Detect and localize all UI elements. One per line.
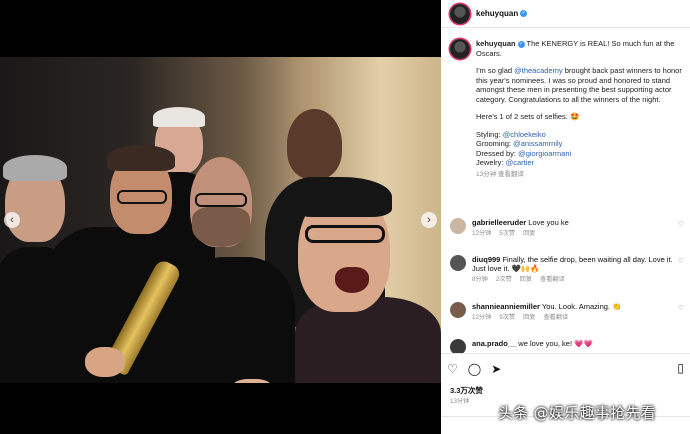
- heart-icon[interactable]: ♡: [447, 362, 458, 376]
- mention-styling[interactable]: @chloekeiko: [503, 130, 546, 139]
- dressed-label: Dressed by:: [476, 148, 519, 158]
- heart-icon[interactable]: ♡: [678, 220, 684, 228]
- selfie-group-image: [0, 57, 441, 383]
- caption-username[interactable]: kehuyquan: [476, 39, 516, 48]
- posted-time: 13分钟: [450, 398, 470, 405]
- comment-username[interactable]: gabrielleeruder: [472, 218, 526, 227]
- post-side-panel: kehuyquan ✓ kehuyquan ✓ The KENERGY is REA…: [441, 0, 690, 434]
- mention-grooming[interactable]: @anissamrnily: [513, 139, 562, 148]
- reply-button[interactable]: 回复: [523, 313, 535, 322]
- comment-username[interactable]: diuq999: [472, 255, 500, 264]
- commenter-avatar[interactable]: [450, 339, 466, 353]
- comment-likes[interactable]: 2次赞: [496, 275, 512, 284]
- caption-para2-a: I'm so glad: [476, 66, 515, 75]
- comment-text: we love you, ke! 💗💗: [518, 339, 593, 348]
- verified-icon: ✓: [520, 10, 528, 18]
- comment-item: gabrielleeruder Love you ke 12分钟 5次赞 回复 ♡: [450, 218, 686, 238]
- comment-time: 12分钟: [472, 314, 492, 321]
- caption-translate[interactable]: 查看翻译: [498, 171, 524, 178]
- bookmark-icon[interactable]: ▯: [677, 361, 684, 375]
- comment-text: Finally, the selfie drop, been waiting a…: [472, 255, 673, 273]
- app-window: ‹ › kehuyquan ✓ kehuyquan ✓ The KENERGY is…: [0, 0, 690, 434]
- heart-icon[interactable]: ♡: [678, 304, 684, 312]
- reply-button[interactable]: 回复: [523, 229, 535, 238]
- header-username[interactable]: kehuyquan ✓: [476, 9, 528, 18]
- grooming-label: Grooming:: [476, 139, 514, 148]
- caption-para3: Here's 1 of 2 sets of selfies. 🤩: [476, 112, 580, 121]
- post-photo[interactable]: ‹ ›: [0, 57, 441, 383]
- styling-label: Styling:: [476, 129, 503, 139]
- commenter-avatar[interactable]: [450, 255, 466, 271]
- caption-avatar[interactable]: [450, 39, 470, 59]
- comment-likes[interactable]: 5次赞: [499, 229, 515, 238]
- caption-time: 13分钟: [476, 170, 497, 178]
- comment-likes[interactable]: 9次赞: [499, 313, 515, 322]
- post-caption: kehuyquan ✓ The KENERGY is REAL! So much …: [450, 39, 686, 179]
- comment-text: Love you ke: [528, 218, 569, 227]
- commenter-avatar[interactable]: [450, 218, 466, 234]
- mention-jewelry[interactable]: @cartier: [506, 158, 534, 167]
- comment-item: shannieanniemiller You. Look. Amazing. 👏…: [450, 302, 686, 322]
- translate-link[interactable]: 查看翻译: [543, 313, 568, 322]
- comment-username[interactable]: shannieanniemiller: [472, 302, 540, 311]
- mention-dressed[interactable]: @giorgioarmani: [518, 149, 571, 158]
- comment-time: 8分钟: [472, 276, 488, 283]
- comment-icon[interactable]: ◯: [468, 362, 481, 376]
- send-icon[interactable]: ➤: [491, 362, 501, 376]
- verified-icon: ✓: [517, 40, 525, 48]
- carousel-next-button[interactable]: ›: [421, 212, 437, 228]
- comment-time: 12分钟: [472, 230, 492, 237]
- reply-button[interactable]: 回复: [520, 275, 532, 284]
- header-username-text[interactable]: kehuyquan: [476, 9, 518, 18]
- avatar[interactable]: [450, 3, 470, 24]
- post-header: kehuyquan ✓: [441, 0, 690, 28]
- heart-icon[interactable]: ♡: [678, 257, 684, 265]
- likes-count[interactable]: 3.3万次赞: [450, 385, 483, 396]
- jewelry-label: Jewelry:: [476, 158, 506, 167]
- watermark-text: 头条 @娱乐趣事抢先看: [498, 404, 657, 422]
- comment-username[interactable]: ana.prado__: [472, 339, 516, 348]
- comment-item: ana.prado__ we love you, ke! 💗💗: [450, 339, 686, 353]
- mention-theacademy[interactable]: @theacademy: [514, 66, 562, 75]
- carousel-prev-button[interactable]: ‹: [4, 212, 20, 228]
- comment-text: You. Look. Amazing. 👏: [541, 302, 622, 311]
- comment-item: diuq999 Finally, the selfie drop, been w…: [450, 255, 686, 284]
- commenter-avatar[interactable]: [450, 302, 466, 318]
- translate-link[interactable]: 查看翻译: [540, 275, 565, 284]
